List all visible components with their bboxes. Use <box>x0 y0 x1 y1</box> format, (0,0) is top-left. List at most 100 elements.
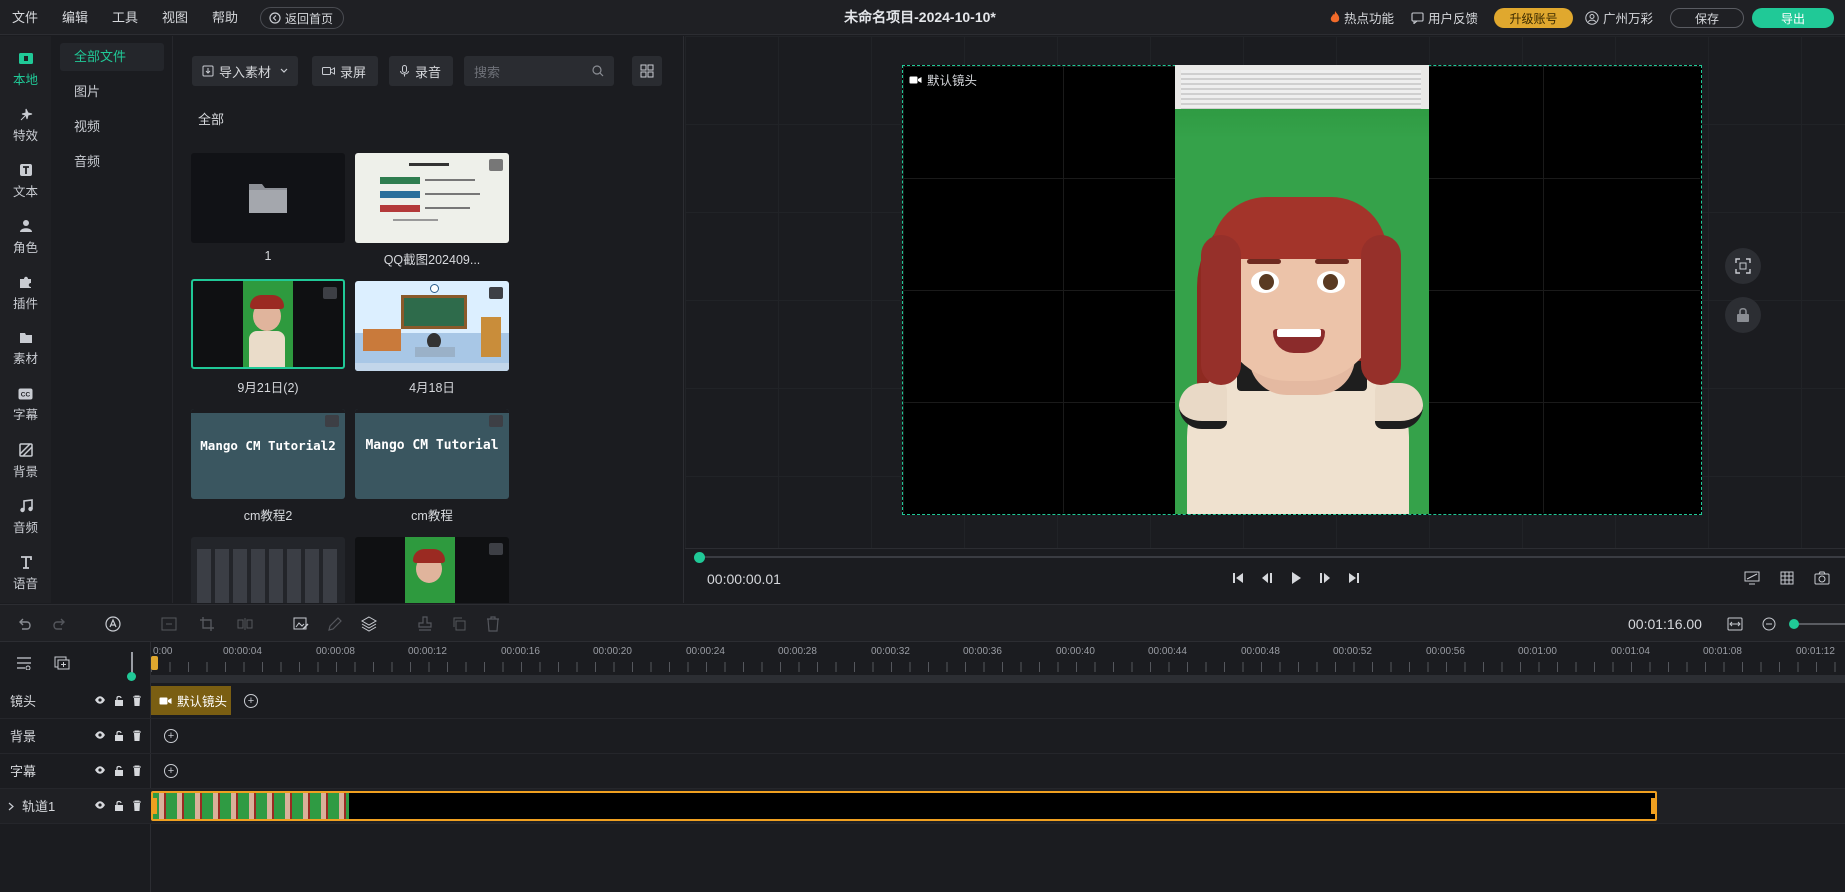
delete-icon[interactable] <box>484 615 502 633</box>
crop-icon[interactable] <box>198 615 216 633</box>
category-images[interactable]: 图片 <box>60 78 164 106</box>
fit-screen-button[interactable] <box>1725 248 1761 284</box>
clip-thumbnails <box>153 793 349 819</box>
media-item-video-avatar[interactable] <box>191 279 345 369</box>
split-icon[interactable] <box>236 615 254 633</box>
auto-icon[interactable] <box>104 615 122 633</box>
trash-icon[interactable] <box>132 695 142 706</box>
nav-text[interactable]: 文本 <box>0 153 51 209</box>
category-videos[interactable]: 视频 <box>60 113 164 141</box>
trash-icon[interactable] <box>132 730 142 741</box>
media-item-video-ui[interactable] <box>191 537 345 603</box>
import-media-button[interactable]: 导入素材 <box>192 56 298 86</box>
menu-file[interactable]: 文件 <box>12 0 38 35</box>
category-all-files[interactable]: 全部文件 <box>60 43 164 71</box>
nav-audio[interactable]: 音频 <box>0 489 51 545</box>
grid-icon[interactable] <box>1780 571 1794 585</box>
image-edit-icon[interactable] <box>292 615 310 633</box>
menu-help[interactable]: 帮助 <box>212 0 238 35</box>
video-clip[interactable] <box>151 791 1657 821</box>
eye-icon[interactable] <box>94 800 106 811</box>
media-item-video-tutorial2[interactable]: Mango CM Tutorial2 <box>191 409 345 499</box>
camera-clip[interactable]: 默认镜头 <box>151 686 231 715</box>
volume-knob[interactable] <box>127 672 136 681</box>
export-button[interactable]: 导出 <box>1752 8 1834 28</box>
music-icon <box>19 498 33 512</box>
skip-end-icon[interactable] <box>1347 571 1361 585</box>
text-icon <box>19 163 32 176</box>
grid-view-button[interactable] <box>632 56 662 86</box>
media-item-video-classroom[interactable] <box>355 281 509 371</box>
menu-tools[interactable]: 工具 <box>112 0 138 35</box>
screenshot-icon[interactable] <box>1814 571 1830 585</box>
nav-assets[interactable]: 素材 <box>0 321 51 377</box>
clip-trim-left[interactable] <box>152 798 157 814</box>
lock-icon[interactable] <box>114 695 124 706</box>
trash-icon[interactable] <box>132 765 142 776</box>
media-item-screenshot[interactable] <box>355 153 509 243</box>
lock-stage-button[interactable] <box>1725 297 1761 333</box>
zoom-slider-handle[interactable] <box>1789 619 1799 629</box>
add-track-icon[interactable] <box>54 656 70 670</box>
pen-icon[interactable] <box>326 615 344 633</box>
nav-character[interactable]: 角色 <box>0 209 51 265</box>
add-background-button[interactable]: + <box>164 729 178 743</box>
upgrade-button[interactable]: 升级账号 <box>1494 8 1573 28</box>
skip-start-icon[interactable] <box>1231 571 1245 585</box>
nav-voice[interactable]: 语音 <box>0 545 51 601</box>
prev-frame-icon[interactable] <box>1260 571 1274 585</box>
nav-plugins[interactable]: 插件 <box>0 265 51 321</box>
menu-edit[interactable]: 编辑 <box>62 0 88 35</box>
track-settings-icon[interactable] <box>16 656 32 670</box>
user-name: 广州万彩 <box>1603 12 1654 26</box>
nav-background[interactable]: 背景 <box>0 433 51 489</box>
stamp-icon[interactable] <box>416 615 434 633</box>
zoom-out-icon[interactable] <box>1760 615 1778 633</box>
add-keyframe-button[interactable]: + <box>244 694 258 708</box>
seek-track[interactable] <box>699 556 1845 558</box>
undo-icon[interactable] <box>16 615 34 633</box>
nav-effects[interactable]: 特效 <box>0 97 51 153</box>
layers-icon[interactable] <box>360 615 378 633</box>
media-item-video-tutorial[interactable]: Mango CM Tutorial <box>355 409 509 499</box>
seek-handle[interactable] <box>694 552 705 563</box>
zoom-slider[interactable] <box>1794 623 1845 625</box>
search-icon <box>592 65 604 77</box>
trash-icon[interactable] <box>132 800 142 811</box>
user-account[interactable]: 广州万彩 <box>1585 0 1653 35</box>
feedback-button[interactable]: 用户反馈 <box>1411 0 1478 35</box>
trim-icon[interactable] <box>160 615 178 633</box>
lock-icon[interactable] <box>114 800 124 811</box>
monitor-icon[interactable] <box>1744 571 1760 585</box>
search-input[interactable]: 搜索 <box>464 56 614 86</box>
avatar-video-frame[interactable] <box>1175 65 1429 514</box>
home-button[interactable]: 返回首页 <box>260 7 345 29</box>
preview-stage[interactable]: 默认镜头 <box>902 65 1702 515</box>
record-screen-button[interactable]: 录屏 <box>312 56 378 86</box>
menu-view[interactable]: 视图 <box>162 0 188 35</box>
eye-icon[interactable] <box>94 730 106 741</box>
record-audio-button[interactable]: 录音 <box>389 56 453 86</box>
lock-icon[interactable] <box>114 730 124 741</box>
media-item-folder[interactable] <box>191 153 345 243</box>
eye-icon[interactable] <box>94 695 106 706</box>
fit-timeline-icon[interactable] <box>1726 615 1744 633</box>
play-icon[interactable] <box>1289 571 1303 585</box>
time-ruler[interactable]: 0:00 00:00:04 00:00:08 00:00:12 00:00:16… <box>151 642 1845 683</box>
category-audio[interactable]: 音频 <box>60 148 164 176</box>
nav-local[interactable]: 本地 <box>0 41 51 97</box>
eye-icon[interactable] <box>94 765 106 776</box>
chevron-right-icon[interactable] <box>8 802 14 811</box>
background-icon <box>18 442 33 457</box>
redo-icon[interactable] <box>50 615 68 633</box>
playhead[interactable] <box>151 656 158 670</box>
lock-icon[interactable] <box>114 765 124 776</box>
media-item-video-avatar-2[interactable] <box>355 537 509 603</box>
add-subtitle-button[interactable]: + <box>164 764 178 778</box>
save-button[interactable]: 保存 <box>1670 8 1744 28</box>
next-frame-icon[interactable] <box>1318 571 1332 585</box>
copy-icon[interactable] <box>450 615 468 633</box>
nav-subtitles[interactable]: CC 字幕 <box>0 377 51 433</box>
clip-trim-right[interactable] <box>1651 798 1656 814</box>
hot-features-button[interactable]: 热点功能 <box>1330 0 1394 35</box>
